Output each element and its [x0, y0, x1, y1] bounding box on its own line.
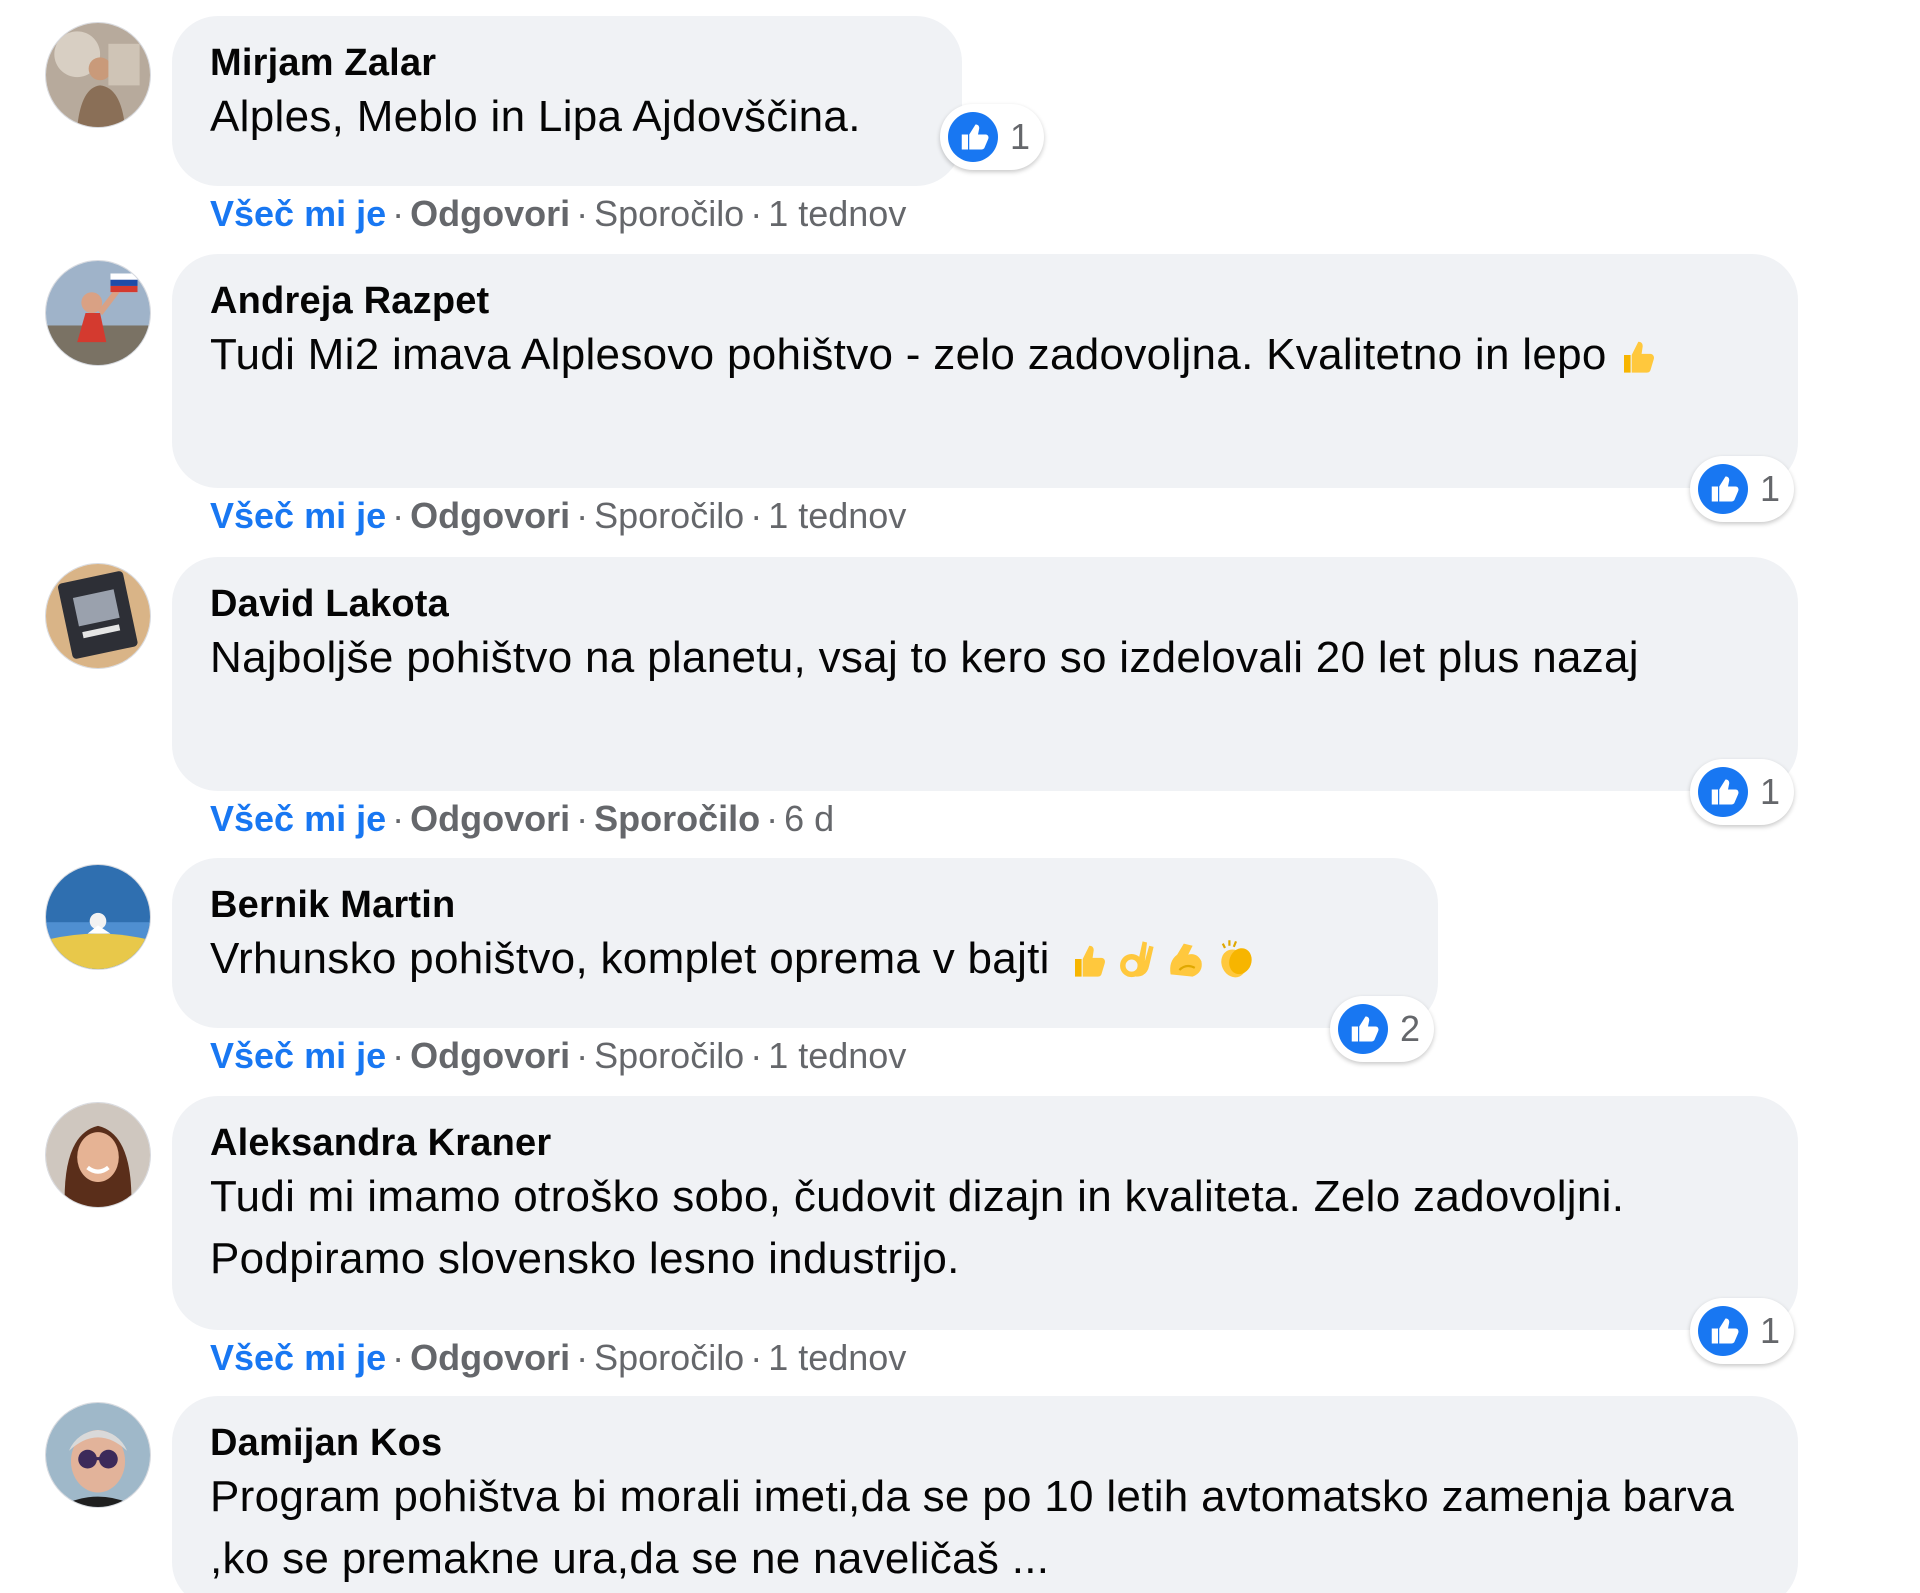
timestamp[interactable]: 1 tednov [768, 193, 906, 234]
timestamp[interactable]: 1 tednov [768, 495, 906, 536]
reply-link[interactable]: Odgovori [410, 1337, 570, 1378]
comment-author[interactable]: Mirjam Zalar [210, 40, 924, 86]
comment-text: Tudi Mi2 imava Alplesovo pohištvo - zelo… [210, 324, 1730, 386]
separator: · [576, 495, 589, 536]
reaction-badge[interactable]: 1 [940, 104, 1045, 170]
message-link[interactable]: Sporočilo [594, 798, 760, 839]
separator: · [750, 1337, 763, 1378]
reply-link[interactable]: Odgovori [410, 193, 570, 234]
separator: · [392, 495, 405, 536]
comment-bubble: Damijan Kos Program pohištva bi morali i… [172, 1396, 1798, 1593]
like-icon [948, 112, 998, 162]
comment-actions: Všeč mi je · Odgovori · Sporočilo · 1 tednov [210, 1336, 906, 1380]
comment-bubble: Mirjam Zalar Alples, Meblo in Lipa Ajdov… [172, 16, 962, 186]
like-link[interactable]: Všeč mi je [210, 193, 386, 234]
clapping-hands-emoji [1214, 937, 1258, 981]
comment-text-content: Vrhunsko pohištvo, komplet oprema v bajt… [210, 934, 1050, 983]
like-link[interactable]: Všeč mi je [210, 798, 386, 839]
reaction-badge[interactable]: 1 [1690, 759, 1795, 825]
comment-author[interactable]: Aleksandra Kraner [210, 1120, 1760, 1166]
reaction-badge[interactable]: 2 [1330, 996, 1435, 1062]
like-link[interactable]: Všeč mi je [210, 1035, 386, 1076]
timestamp[interactable]: 6 d [784, 798, 834, 839]
reaction-badge[interactable]: 1 [1690, 1298, 1795, 1364]
timestamp[interactable]: 1 tednov [768, 1337, 906, 1378]
comment-actions: Všeč mi je · Odgovori · Sporočilo · 1 tednov [210, 494, 906, 538]
separator: · [750, 193, 763, 234]
comment-thread: Mirjam Zalar Alples, Meblo in Lipa Ajdov… [0, 0, 1920, 1593]
comment-text-content: Tudi Mi2 imava Alplesovo pohištvo - zelo… [210, 330, 1607, 379]
reply-link[interactable]: Odgovori [410, 798, 570, 839]
separator: · [392, 1035, 405, 1076]
separator: · [392, 1337, 405, 1378]
reply-link[interactable]: Odgovori [410, 495, 570, 536]
reaction-badge[interactable]: 1 [1690, 456, 1795, 522]
separator: · [750, 1035, 763, 1076]
comment-bubble: Andreja Razpet Tudi Mi2 imava Alplesovo … [172, 254, 1798, 488]
avatar[interactable] [45, 1402, 151, 1508]
separator: · [576, 1337, 589, 1378]
like-icon [1698, 464, 1748, 514]
ok-hand-emoji [1114, 937, 1158, 981]
separator: · [766, 798, 779, 839]
message-link[interactable]: Sporočilo [594, 1035, 744, 1076]
comment-text: Najboljše pohištvo na planetu, vsaj to k… [210, 633, 1639, 682]
comment-author[interactable]: Bernik Martin [210, 882, 1400, 928]
like-link[interactable]: Všeč mi je [210, 1337, 386, 1378]
like-icon [1698, 767, 1748, 817]
thumbs-up-emoji [1613, 333, 1657, 377]
reaction-count: 1 [1010, 116, 1031, 157]
message-link[interactable]: Sporočilo [594, 1337, 744, 1378]
reaction-count: 1 [1760, 1310, 1781, 1351]
comment-text: Tudi mi imamo otroško sobo, čudovit diza… [210, 1172, 1625, 1283]
comment-text: Alples, Meblo in Lipa Ajdovščina. [210, 92, 861, 141]
avatar[interactable] [45, 260, 151, 366]
avatar[interactable] [45, 22, 151, 128]
avatar[interactable] [45, 864, 151, 970]
flexed-biceps-emoji [1164, 937, 1208, 981]
comment-bubble: David Lakota Najboljše pohištvo na plane… [172, 557, 1798, 791]
separator: · [576, 193, 589, 234]
like-link[interactable]: Všeč mi je [210, 495, 386, 536]
avatar[interactable] [45, 563, 151, 669]
comment-author[interactable]: Andreja Razpet [210, 278, 1760, 324]
comment-bubble: Bernik Martin Vrhunsko pohištvo, komplet… [172, 858, 1438, 1028]
comment-author[interactable]: David Lakota [210, 581, 1760, 627]
like-icon [1698, 1306, 1748, 1356]
message-link[interactable]: Sporočilo [594, 193, 744, 234]
like-icon [1338, 1004, 1388, 1054]
comment-author[interactable]: Damijan Kos [210, 1420, 1760, 1466]
separator: · [576, 1035, 589, 1076]
separator: · [392, 193, 405, 234]
timestamp[interactable]: 1 tednov [768, 1035, 906, 1076]
comment-actions: Všeč mi je · Odgovori · Sporočilo · 6 d [210, 797, 834, 841]
reaction-count: 1 [1760, 771, 1781, 812]
avatar[interactable] [45, 1102, 151, 1208]
comment-actions: Všeč mi je · Odgovori · Sporočilo · 1 tednov [210, 192, 906, 236]
comment-bubble: Aleksandra Kraner Tudi mi imamo otroško … [172, 1096, 1798, 1330]
reply-link[interactable]: Odgovori [410, 1035, 570, 1076]
separator: · [392, 798, 405, 839]
comment-actions: Všeč mi je · Odgovori · Sporočilo · 1 tednov [210, 1034, 906, 1078]
comment-text: Program pohištva bi morali imeti,da se p… [210, 1472, 1735, 1583]
comment-text: Vrhunsko pohištvo, komplet oprema v bajt… [210, 928, 1400, 990]
reaction-count: 2 [1400, 1008, 1421, 1049]
reaction-count: 1 [1760, 468, 1781, 509]
message-link[interactable]: Sporočilo [594, 495, 744, 536]
thumbs-up-emoji [1064, 937, 1108, 981]
separator: · [576, 798, 589, 839]
separator: · [750, 495, 763, 536]
